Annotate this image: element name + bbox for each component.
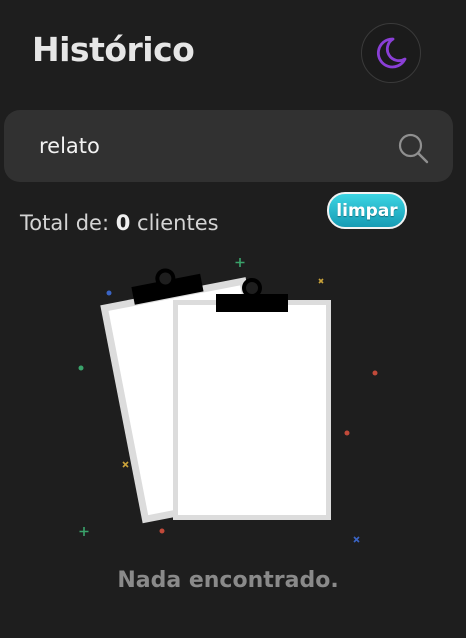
- total-prefix: Total de:: [20, 211, 110, 235]
- search-bar: [4, 110, 453, 182]
- page-title: Histórico: [32, 30, 195, 69]
- total-suffix: clientes: [137, 211, 219, 235]
- clipboard-icon: [78, 258, 378, 543]
- search-icon[interactable]: [397, 132, 429, 164]
- clear-button[interactable]: limpar: [327, 192, 407, 229]
- total-count: 0: [115, 211, 131, 235]
- client-total: Total de: 0 clientes: [20, 211, 219, 235]
- search-input[interactable]: [39, 110, 379, 182]
- theme-toggle-button[interactable]: [361, 23, 421, 83]
- moon-icon: [377, 37, 407, 69]
- empty-state-message: Nada encontrado.: [117, 568, 339, 593]
- history-page: Histórico Total de: 0 clientes limpar: [0, 0, 466, 638]
